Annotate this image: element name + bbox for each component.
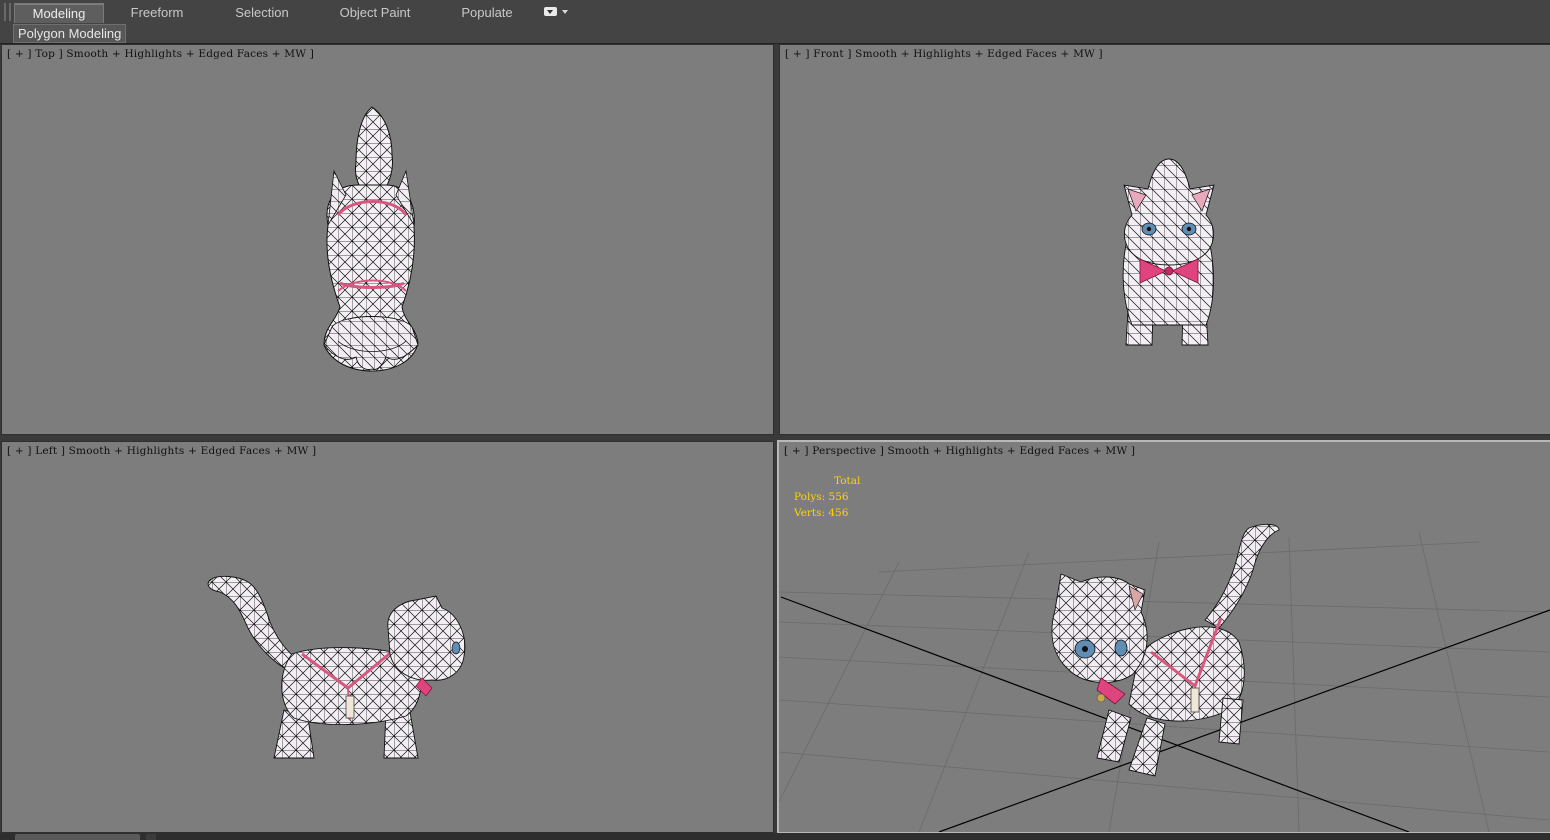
ribbon-tab-bar: Modeling Freeform Selection Object Paint…: [0, 0, 1550, 25]
perspective-scene: [779, 523, 1550, 832]
tab-freeform[interactable]: Freeform: [112, 3, 202, 22]
status-bar: [0, 833, 1550, 840]
cat-model-top-view: [323, 106, 419, 372]
viewport-left[interactable]: [ + ] Left ] Smooth + Highlights + Edged…: [1, 441, 774, 833]
ribbon-customize-button[interactable]: [544, 7, 570, 18]
tab-selection[interactable]: Selection: [216, 3, 308, 22]
dropdown-menu-icon: [544, 7, 557, 16]
ribbon-grip[interactable]: [9, 3, 11, 21]
ribbon-panel: Polygon Modeling: [0, 24, 1550, 44]
viewport-front[interactable]: [ + ] Front ] Smooth + Highlights + Edge…: [779, 44, 1550, 435]
cat-model-front-view: [1122, 158, 1215, 346]
tab-populate[interactable]: Populate: [444, 3, 530, 22]
viewport-top[interactable]: [ + ] Top ] Smooth + Highlights + Edged …: [1, 44, 774, 435]
viewport-perspective[interactable]: [ + ] Perspective ] Smooth + Highlights …: [777, 440, 1550, 834]
time-slider-next-button[interactable]: [146, 834, 156, 840]
cat-model-left-view: [207, 575, 466, 759]
ribbon-grip[interactable]: [4, 3, 6, 21]
chevron-down-icon: [562, 10, 568, 14]
polygon-modeling-panel-toggle[interactable]: Polygon Modeling: [13, 24, 127, 43]
tab-modeling[interactable]: Modeling: [14, 3, 104, 23]
tab-object-paint[interactable]: Object Paint: [326, 3, 424, 22]
time-slider[interactable]: [15, 834, 140, 840]
